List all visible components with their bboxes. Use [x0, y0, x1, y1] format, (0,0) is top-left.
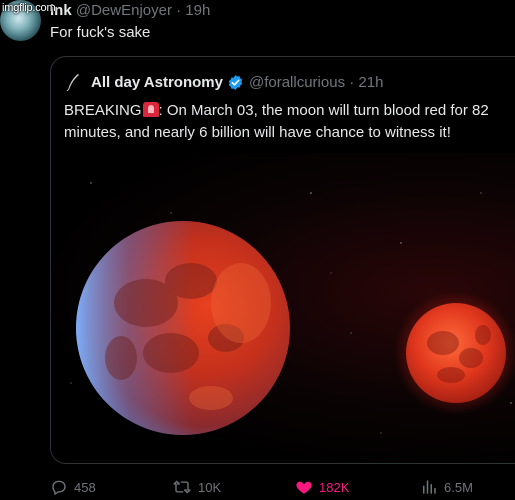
view-count: 6.5M: [444, 479, 473, 495]
quote-author-name[interactable]: All day Astronomy: [91, 74, 223, 91]
quill-icon: [66, 74, 79, 91]
quote-header: All day Astronomy @forallcurious · 21h: [65, 73, 383, 91]
repost-button[interactable]: 10K: [172, 478, 221, 496]
siren-emoji-icon: [142, 102, 159, 117]
quoted-tweet[interactable]: All day Astronomy @forallcurious · 21h B…: [50, 56, 515, 464]
blood-moon-image: [70, 182, 515, 435]
repost-icon: [173, 480, 191, 494]
repost-count: 10K: [198, 479, 222, 495]
imgflip-watermark: imgflip.com: [2, 2, 56, 14]
separator-dot: ·: [176, 2, 182, 19]
verified-badge-icon: [228, 74, 243, 90]
quote-time[interactable]: 21h: [358, 74, 383, 91]
like-count: 182K: [319, 479, 350, 495]
small-moon: [406, 303, 506, 403]
tweet-header: ink @DewEnjoyer · 19h: [50, 2, 210, 19]
quote-text: BREAKING: On March 03, the moon will tur…: [64, 100, 515, 144]
like-button[interactable]: 182K: [295, 478, 349, 496]
reply-count: 458: [74, 479, 96, 495]
quote-handle[interactable]: @forallcurious: [249, 74, 345, 91]
tweet-time[interactable]: 19h: [185, 2, 210, 19]
author-handle[interactable]: @DewEnjoyer: [76, 2, 172, 19]
separator-dot: ·: [345, 73, 359, 91]
quote-media-image[interactable]: [51, 153, 515, 463]
tweet-text: For fuck's sake: [50, 24, 151, 41]
reply-icon: [52, 480, 66, 495]
reply-button[interactable]: 458: [50, 478, 96, 496]
views-button[interactable]: 6.5M: [420, 478, 473, 496]
views-icon: [423, 480, 436, 494]
quote-text-prefix: BREAKING: [64, 102, 142, 119]
heart-icon: [296, 481, 312, 494]
